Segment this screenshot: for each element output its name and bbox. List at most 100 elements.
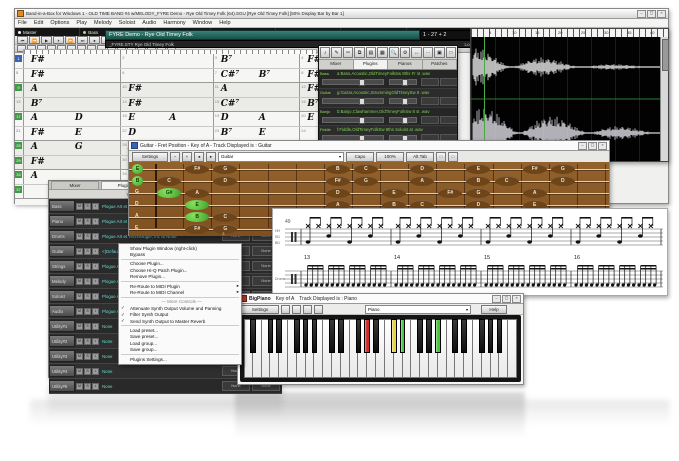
note-oval-g[interactable]: G	[551, 164, 575, 174]
plugin-slot-text[interactable]: None	[99, 369, 222, 374]
track-toggle-m[interactable]: M	[76, 353, 83, 360]
chord-cell-bar-12[interactable]: 12F#	[300, 83, 319, 97]
piano-settings-button[interactable]: Settings	[241, 305, 279, 314]
fret-extra-button-1[interactable]: □	[448, 152, 458, 162]
highlighted-note-g#[interactable]: G#	[157, 188, 181, 198]
fret-track-dropdown[interactable]: Guitar▾	[218, 152, 344, 162]
chord-cell-bar-3[interactable]: 3B⁷	[214, 54, 301, 68]
piano-mini-button-3[interactable]	[314, 305, 323, 314]
track-toggle-s[interactable]: S	[84, 368, 91, 375]
plugins-tab-mixer[interactable]: Mixer	[51, 181, 99, 189]
chord-cell-bar-25[interactable]: AG	[24, 141, 121, 155]
note-oval-d[interactable]: D	[551, 176, 575, 186]
chord-cell-bar-18[interactable]: 18EA	[121, 112, 213, 126]
mixer-tool-icon-1[interactable]: ✎	[331, 47, 341, 58]
note-oval-d[interactable]: D	[410, 164, 434, 174]
maximize-icon[interactable]: ▢	[647, 10, 656, 18]
menu-harmony[interactable]: Harmony	[163, 20, 185, 26]
menu-item[interactable]: Plugins Settings...	[119, 356, 241, 362]
black-key[interactable]	[479, 319, 485, 353]
note-oval-b[interactable]: B	[326, 164, 350, 174]
track-toggle-•[interactable]: •	[92, 323, 99, 330]
track-toggle-s[interactable]: S	[84, 278, 91, 285]
black-key[interactable]	[312, 319, 318, 353]
track-toggle-•[interactable]: •	[92, 383, 99, 390]
fret-settings-button[interactable]: Settings	[132, 152, 168, 162]
mixer-tool-icon-10[interactable]: ▣	[434, 47, 444, 58]
plugin-track-name[interactable]: Utility#1	[49, 320, 75, 332]
track-toggle-m[interactable]: M	[76, 248, 83, 255]
menu-file[interactable]: File	[18, 20, 27, 26]
menu-melody[interactable]: Melody	[94, 20, 112, 26]
plugin-track-name[interactable]: Melody	[49, 275, 75, 287]
fret-nav-button-3[interactable]: ▸	[206, 152, 216, 162]
highlighted-note-e[interactable]: E	[185, 200, 209, 210]
chord-cell-bar-24[interactable]: 24	[300, 127, 319, 141]
track-toggle-•[interactable]: •	[92, 338, 99, 345]
black-key[interactable]	[294, 319, 300, 353]
track-toggle-m[interactable]: M	[76, 203, 83, 210]
menu-audio[interactable]: Audio	[142, 20, 156, 26]
piano-keyboard[interactable]	[244, 319, 517, 378]
mixer-tool-icon-4[interactable]: ▤	[366, 47, 376, 58]
track-toggle-m[interactable]: M	[76, 278, 83, 285]
menu-item[interactable]: Re-Route to MIDI Channel▸	[119, 289, 241, 295]
track-toggle-•[interactable]: •	[92, 368, 99, 375]
close-icon[interactable]: ×	[657, 10, 666, 18]
note-oval-g[interactable]: G	[466, 188, 490, 198]
piano-mini-button-0[interactable]	[281, 305, 290, 314]
audio-scrollbar[interactable]	[660, 37, 668, 161]
fret-nav-button-2[interactable]: ◂	[194, 152, 204, 162]
note-oval-f#[interactable]: F#	[326, 176, 350, 186]
chord-cell-bar-29[interactable]: F#	[24, 156, 121, 170]
track-toggle-•[interactable]: •	[92, 203, 99, 210]
fret-close-icon[interactable]: ×	[598, 142, 607, 150]
highlighted-black-key[interactable]	[364, 319, 370, 353]
part-marker[interactable]: 37	[15, 186, 22, 193]
highlighted-black-key[interactable]	[391, 319, 397, 353]
chord-cell-bar-1[interactable]: F#	[24, 54, 121, 68]
black-key[interactable]	[417, 319, 423, 353]
note-oval-a[interactable]: A	[523, 188, 547, 198]
chord-cell-bar-4[interactable]: 4F#	[300, 54, 319, 68]
part-marker[interactable]: 17	[15, 113, 22, 120]
track-toggle-s[interactable]: S	[84, 248, 91, 255]
note-oval-d[interactable]: D	[213, 176, 237, 186]
chord-cell-bar-17[interactable]: AD	[24, 112, 121, 126]
note-oval-g[interactable]: G	[213, 164, 237, 174]
highlighted-black-key[interactable]	[435, 319, 441, 353]
track-toggle-s[interactable]: S	[84, 233, 91, 240]
note-oval-f#[interactable]: F#	[438, 188, 462, 198]
piano-minimize-icon[interactable]: –	[492, 295, 501, 303]
part-marker[interactable]: 9	[15, 84, 22, 91]
piano-track-dropdown[interactable]: Piano▾	[365, 305, 471, 314]
track-toggle-m[interactable]: M	[76, 368, 83, 375]
note-oval-e[interactable]: E	[382, 188, 406, 198]
note-oval-d[interactable]: D	[326, 188, 350, 198]
volume-slider-thumb[interactable]	[359, 98, 365, 105]
plugin-slot-text[interactable]: None	[99, 384, 222, 389]
plugin-track-name[interactable]: Piano	[49, 215, 75, 227]
highlighted-black-key[interactable]	[400, 319, 406, 353]
trackbar-master[interactable]: Master	[15, 28, 80, 36]
track-toggle-s[interactable]: S	[84, 323, 91, 330]
mixer-tab-pianos[interactable]: Pianos	[388, 60, 423, 69]
fret-button-100%[interactable]: 100%	[376, 152, 404, 162]
mixer-tool-icon-11[interactable]: □	[446, 47, 456, 58]
piano-mini-button-2[interactable]	[303, 305, 312, 314]
menu-edit[interactable]: Edit	[34, 20, 43, 26]
chord-cell-bar-13[interactable]: B⁷	[24, 98, 121, 112]
black-key[interactable]	[452, 319, 458, 353]
volume-slider-thumb[interactable]	[359, 79, 365, 86]
note-oval-c[interactable]: C	[213, 212, 237, 222]
chord-cell-bar-8[interactable]: 8F#	[300, 69, 319, 83]
mixer-tab-patches[interactable]: Patches	[423, 60, 458, 69]
note-oval-a[interactable]: A	[410, 176, 434, 186]
note-oval-c[interactable]: C	[354, 164, 378, 174]
black-key[interactable]	[373, 319, 379, 353]
pan-slider[interactable]	[389, 79, 417, 85]
drum-notation[interactable]: 49HHSDBDDrums13141516	[273, 209, 667, 295]
transport-button-1[interactable]: ⏪	[29, 36, 40, 44]
transport-button-0[interactable]: ⏮	[17, 36, 28, 44]
track-toggle-s[interactable]: S	[84, 353, 91, 360]
